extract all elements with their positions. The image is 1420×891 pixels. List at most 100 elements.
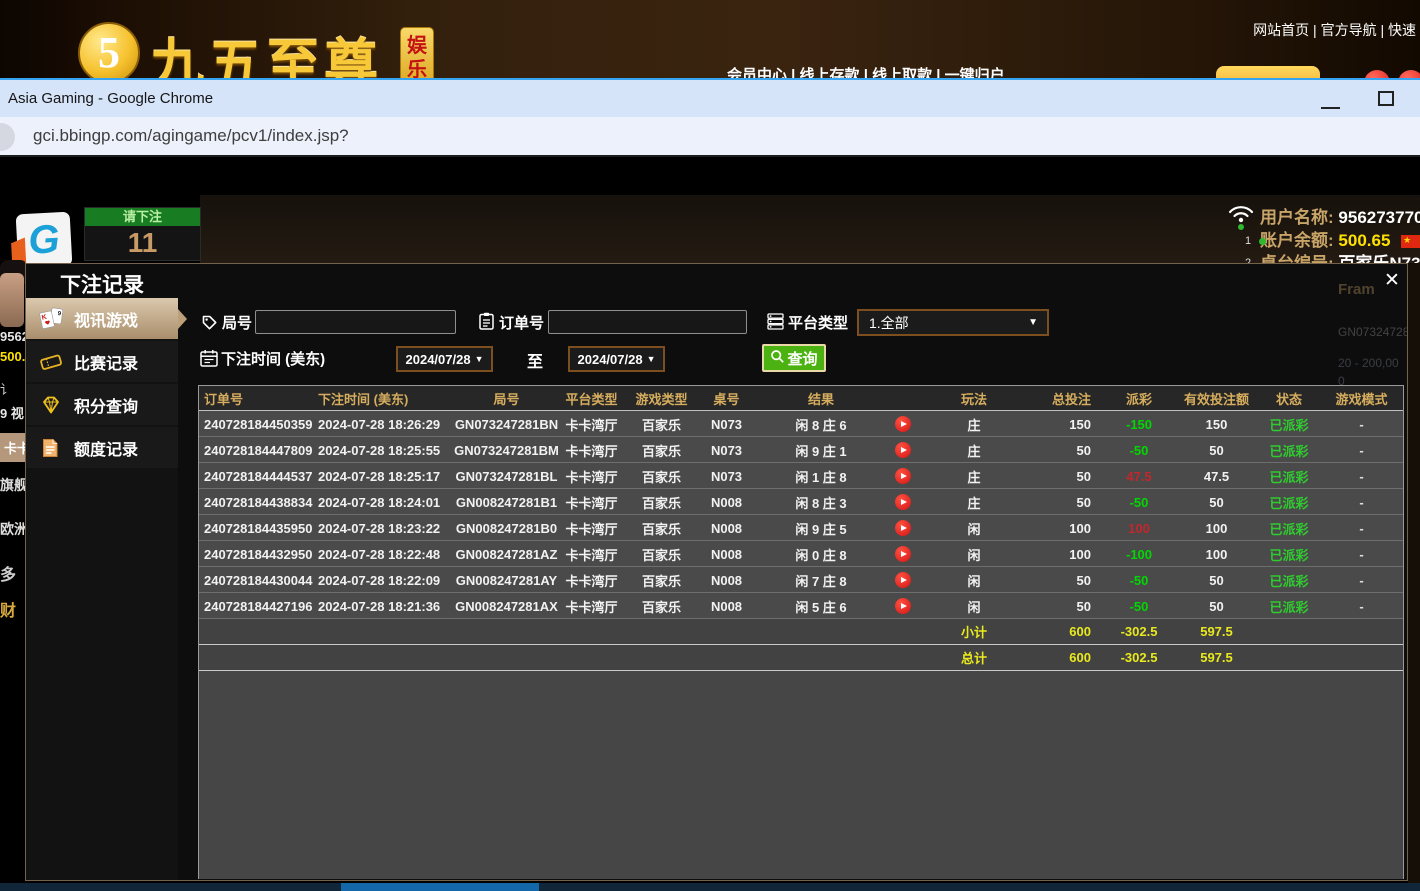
replay-button[interactable] (895, 494, 911, 510)
cell-valid: 50 (1174, 573, 1259, 588)
cell-payout: -150 (1104, 417, 1174, 432)
bg-fragment: 欧洲厅 (0, 519, 25, 539)
cell-round: GN008247281B0 (454, 521, 559, 536)
balance-line: 账户余额: 500.65 ★ (1260, 226, 1420, 251)
cell-mode: - (1319, 573, 1404, 588)
maximize-button[interactable] (1378, 91, 1394, 106)
cell-valid: 50 (1174, 443, 1259, 458)
column-header: 桌号 (699, 389, 754, 408)
cell-status: 已派彩 (1259, 597, 1319, 616)
search-button-label: 查询 (787, 348, 817, 369)
balance-value: 500.65 (1338, 231, 1390, 250)
cell-time: 2024-07-28 18:22:48 (314, 547, 454, 562)
date-to-select[interactable]: 2024/07/28 ▼ (568, 346, 665, 372)
user-name-line: 用户名称: 956273770 (1260, 203, 1420, 228)
cell-order: 240728184450359 (199, 417, 314, 432)
cell-time: 2024-07-28 18:21:36 (314, 599, 454, 614)
sidebar-item-match-records[interactable]: 比赛记录 (26, 341, 178, 382)
replay-button[interactable] (895, 572, 911, 588)
sidebar-item-points-query[interactable]: 积分查询 (26, 384, 178, 425)
cell-mode: - (1319, 417, 1404, 432)
cell-game: 百家乐 (624, 545, 699, 564)
platform-type-select[interactable]: 1.全部 ▼ (857, 309, 1049, 336)
play-icon (901, 473, 907, 479)
table-header-row: 订单号下注时间 (美东)局号平台类型游戏类型桌号结果玩法总投注派彩有效投注额状态… (199, 386, 1403, 411)
close-icon[interactable]: ✕ (1384, 269, 1400, 292)
dialog-sidebar: 9K视讯游戏比赛记录积分查询额度记录 (26, 298, 178, 881)
cell-payout: -50 (1104, 573, 1174, 588)
column-header: 派彩 (1104, 389, 1174, 408)
cell-time: 2024-07-28 18:26:29 (314, 417, 454, 432)
cell-order: 240728184427196 (199, 599, 314, 614)
column-header: 下注时间 (美东) (314, 389, 454, 408)
search-icon (770, 349, 785, 368)
result-text: 闲 5 庄 6 (754, 593, 888, 619)
replay-button[interactable] (895, 598, 911, 614)
cell-platform: 卡卡湾厅 (559, 415, 624, 434)
cell-table: N008 (699, 547, 754, 562)
cell-mode: - (1319, 443, 1404, 458)
result-text: 闲 8 庄 6 (754, 411, 888, 437)
cell-result: 闲 0 庄 8 (754, 541, 939, 567)
ticket-icon (39, 350, 65, 374)
scrollbar-thumb[interactable] (341, 883, 539, 891)
cell-payout: -50 (1104, 599, 1174, 614)
logout-button[interactable]: 登出 (1216, 66, 1320, 78)
url-text[interactable]: gci.bbingp.com/agingame/pcv1/index.jsp? (33, 126, 349, 146)
replay-button[interactable] (895, 520, 911, 536)
bg-fragment: 20 - 200,00 (1338, 356, 1399, 370)
countdown-label: 请下注 (85, 208, 200, 226)
service-float-button[interactable] (1398, 70, 1420, 78)
sidebar-item-credit-records[interactable]: 额度记录 (26, 427, 178, 468)
result-text: 闲 0 庄 8 (754, 541, 888, 567)
result-text: 闲 9 庄 1 (754, 437, 888, 463)
table-row: 2407281844445372024-07-28 18:25:17GN0732… (199, 463, 1403, 489)
service-float-button[interactable] (1364, 70, 1390, 78)
replay-button[interactable] (895, 416, 911, 432)
cell-table: N008 (699, 599, 754, 614)
totals-bet: 600 (1009, 624, 1104, 639)
replay-button[interactable] (895, 468, 911, 484)
window-title: Asia Gaming - Google Chrome (8, 90, 213, 107)
date-range-to-label: 至 (527, 348, 543, 372)
cell-valid: 50 (1174, 495, 1259, 510)
chevron-down-icon: ▼ (475, 354, 484, 364)
date-from-value: 2024/07/28 (406, 352, 471, 367)
cell-total: 100 (1009, 547, 1104, 562)
cell-game: 百家乐 (624, 571, 699, 590)
replay-button[interactable] (895, 442, 911, 458)
bet-countdown: 请下注 11 (84, 207, 201, 261)
bet-records-dialog: 下注记录 ✕ 9K视讯游戏比赛记录积分查询额度记录 局号 订单号 平台类型 1.… (25, 263, 1408, 881)
minimize-button[interactable] (1321, 107, 1340, 109)
date-from-select[interactable]: 2024/07/28 ▼ (396, 346, 493, 372)
sidebar-item-label: 视讯游戏 (74, 307, 138, 331)
platform-type-value: 1.全部 (869, 313, 909, 333)
platform-list-icon (766, 312, 785, 336)
sidebar-item-video-games[interactable]: 9K视讯游戏 (26, 298, 178, 339)
sidebar-item-label: 积分查询 (74, 393, 138, 417)
top-links[interactable]: 网站首页 | 官方导航 | 快速 (1253, 20, 1416, 40)
coin-logo-icon: 5 (78, 22, 140, 78)
cell-mode: - (1319, 521, 1404, 536)
cell-platform: 卡卡湾厅 (559, 467, 624, 486)
cell-mode: - (1319, 547, 1404, 562)
road-dot (1259, 238, 1266, 245)
cell-result: 闲 9 庄 1 (754, 437, 939, 463)
cell-total: 50 (1009, 599, 1104, 614)
cell-result: 闲 8 庄 6 (754, 411, 939, 437)
order-number-label: 订单号 (499, 312, 544, 333)
cell-platform: 卡卡湾厅 (559, 571, 624, 590)
member-nav-links[interactable]: 会员中心 | 线上存款 | 线上取款 | 一键归户 (727, 64, 1005, 78)
cell-table: N008 (699, 573, 754, 588)
result-text: 闲 1 庄 8 (754, 463, 888, 489)
search-button[interactable]: 查询 (762, 344, 826, 372)
cell-round: GN008247281AX (454, 599, 559, 614)
round-number-input[interactable] (255, 310, 456, 334)
replay-button[interactable] (895, 546, 911, 562)
cell-payout: -50 (1104, 495, 1174, 510)
cell-round: GN073247281BL (454, 469, 559, 484)
cell-round: GN073247281BN (454, 417, 559, 432)
horizontal-scrollbar[interactable] (0, 883, 1420, 891)
browser-urlbar[interactable]: gci.bbingp.com/agingame/pcv1/index.jsp? (0, 117, 1420, 157)
order-number-input[interactable] (548, 310, 747, 334)
